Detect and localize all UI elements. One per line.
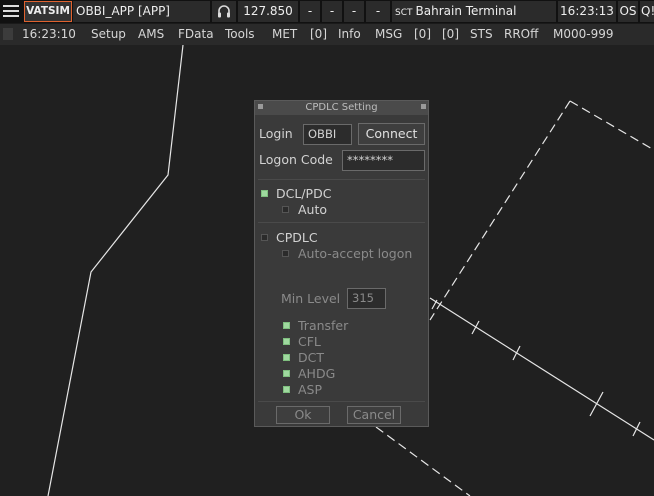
sector-display[interactable]: SCT Bahrain Terminal [392, 1, 556, 22]
menu-msg-count-1[interactable]: [0] [414, 27, 431, 41]
airspace-boundary-dashed-2 [429, 100, 571, 321]
divider [258, 179, 425, 180]
cancel-button[interactable]: Cancel [347, 406, 401, 424]
airspace-boundary-dashed-3 [375, 426, 471, 496]
menubar-handle[interactable] [3, 28, 13, 40]
dialog-corner-left-icon[interactable] [258, 104, 263, 109]
dct-checkbox[interactable] [283, 354, 290, 361]
ok-button[interactable]: Ok [276, 406, 330, 424]
boundary-line [47, 45, 184, 496]
menu-msg-count-2[interactable]: [0] [442, 27, 459, 41]
menu-sts[interactable]: STS [470, 27, 493, 41]
freq-slot-2[interactable]: - [322, 1, 342, 22]
menu-tools[interactable]: Tools [225, 27, 255, 41]
min-level-label: Min Level [281, 291, 341, 306]
callsign-display[interactable]: OBBI_APP [APP] [73, 1, 210, 22]
menu-bar: 16:23:10 Setup AMS FData Tools MET [0] I… [0, 23, 654, 45]
sector-name: Bahrain Terminal [415, 4, 517, 18]
logon-code-label: Logon Code [259, 152, 333, 167]
cpdlc-checkbox[interactable] [261, 234, 268, 241]
menu-ams[interactable]: AMS [138, 27, 164, 41]
headset-icon[interactable] [212, 1, 236, 22]
asp-checkbox[interactable] [283, 386, 290, 393]
asp-label: ASP [298, 382, 323, 397]
divider [258, 222, 425, 223]
airspace-boundary-dashed [569, 100, 654, 151]
auto-accept-label: Auto-accept logon [298, 246, 413, 261]
auto-accept-checkbox[interactable] [282, 250, 289, 257]
menu-met[interactable]: MET [272, 27, 297, 41]
auto-label: Auto [298, 202, 328, 217]
menu-rroff[interactable]: RROff [504, 27, 538, 41]
dialog-title[interactable]: CPDLC Setting [255, 101, 428, 115]
ahdg-label: AHDG [298, 366, 336, 381]
cfl-checkbox[interactable] [283, 338, 290, 345]
freq-slot-4[interactable]: - [366, 1, 390, 22]
logon-code-input[interactable]: ******** [342, 150, 425, 171]
dct-label: DCT [298, 350, 324, 365]
menu-info[interactable]: Info [338, 27, 361, 41]
dcl-pdc-checkbox[interactable] [261, 190, 268, 197]
qs-button[interactable]: Q! [640, 1, 654, 22]
freq-slot-3[interactable]: - [344, 1, 364, 22]
network-badge[interactable]: VATSIM [24, 1, 72, 22]
hamburger-menu-icon[interactable] [3, 5, 19, 18]
utc-clock: 16:23:13 [558, 1, 616, 22]
track-tick-marks [431, 299, 641, 437]
menu-fdata[interactable]: FData [178, 27, 214, 41]
freq-slot-1[interactable]: - [300, 1, 320, 22]
approach-track [429, 297, 654, 441]
transfer-checkbox[interactable] [283, 322, 290, 329]
dialog-corner-right-icon[interactable] [421, 104, 426, 109]
menu-level-filter[interactable]: M000-999 [553, 27, 614, 41]
transfer-label: Transfer [298, 318, 349, 333]
sct-label: SCT [395, 8, 413, 18]
auto-checkbox[interactable] [282, 206, 289, 213]
menubar-clock: 16:23:10 [22, 27, 76, 41]
menu-msg[interactable]: MSG [375, 27, 402, 41]
connect-button[interactable]: Connect [358, 123, 425, 145]
top-status-bar: VATSIM OBBI_APP [APP] 127.850 - - - - SC… [0, 0, 654, 23]
ahdg-checkbox[interactable] [283, 370, 290, 377]
login-input[interactable]: OBBI [303, 124, 352, 145]
cpdlc-setting-dialog: CPDLC Setting Login OBBI Connect Logon C… [254, 100, 429, 427]
cfl-label: CFL [298, 334, 321, 349]
divider [258, 401, 425, 402]
dcl-pdc-label: DCL/PDC [276, 186, 332, 201]
menu-setup[interactable]: Setup [91, 27, 126, 41]
os-button[interactable]: OS [618, 1, 638, 22]
login-label: Login [259, 126, 293, 141]
cpdlc-label: CPDLC [276, 230, 318, 245]
min-level-input[interactable]: 315 [347, 288, 386, 309]
frequency-display[interactable]: 127.850 [238, 1, 298, 22]
menu-met-count[interactable]: [0] [310, 27, 327, 41]
